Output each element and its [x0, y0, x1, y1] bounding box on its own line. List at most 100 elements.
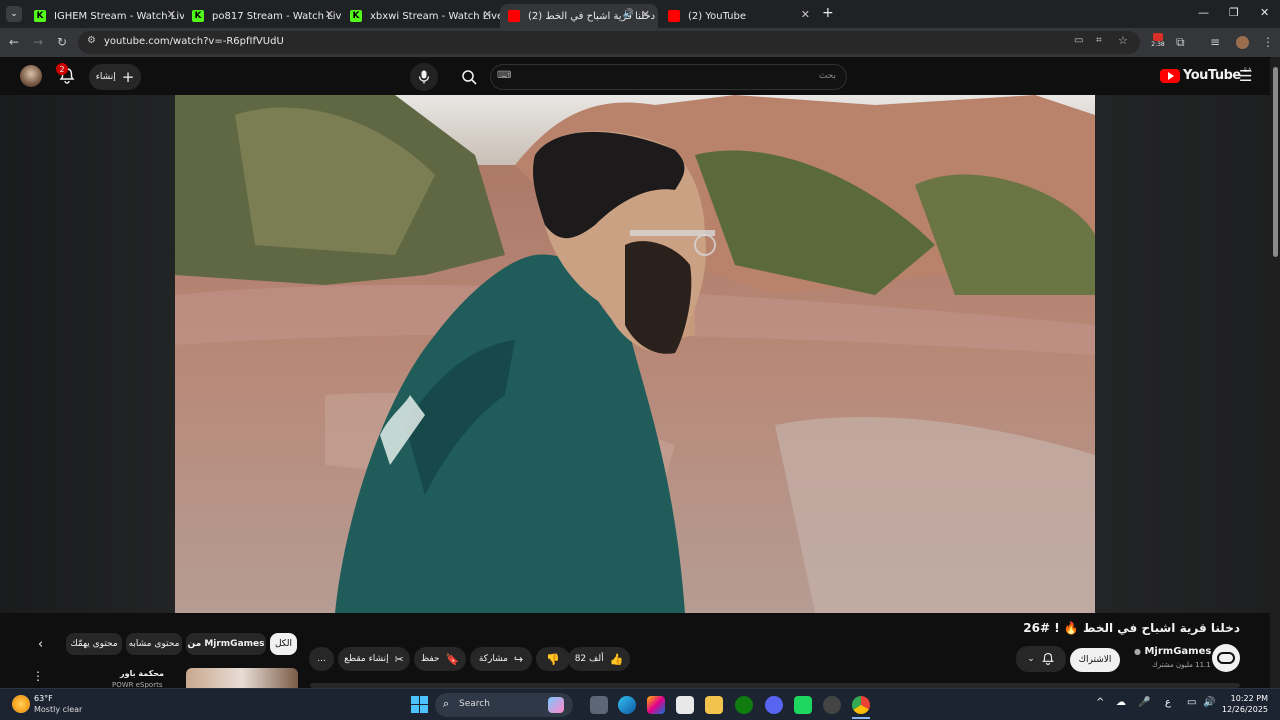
- file-explorer-icon[interactable]: [705, 696, 723, 714]
- network-icon[interactable]: ▭: [1187, 697, 1196, 708]
- subscribe-button[interactable]: الاشتراك: [1070, 648, 1120, 672]
- chip-related[interactable]: محتوى مشابه: [126, 633, 182, 655]
- address-bar[interactable]: ⚙ youtube.com/watch?v=-R6pfIfVUdU ▭ ⌗ ☆: [78, 31, 1140, 54]
- browser-tab-4[interactable]: (2) دخلنا قرية اشباح في الخط 🔊 ✕: [500, 4, 658, 28]
- browser-toolbar: ← → ↻ ⚙ youtube.com/watch?v=-R6pfIfVUdU …: [0, 28, 1280, 57]
- search-input[interactable]: ⌨ بحث: [490, 64, 847, 90]
- volume-icon[interactable]: 🔊: [1203, 697, 1215, 708]
- video-player[interactable]: [0, 95, 1280, 613]
- clock-date[interactable]: 12/26/2025: [1220, 705, 1268, 714]
- channel-name[interactable]: ● MjrmGames: [1134, 646, 1211, 657]
- microphone-in-use-icon[interactable]: 🎤: [1138, 697, 1150, 708]
- xbox-icon[interactable]: [735, 696, 753, 714]
- scrollbar-thumb[interactable]: [1273, 67, 1278, 257]
- taskbar-search-label: Search: [459, 699, 490, 709]
- tab-title: (2) دخلنا قرية اشباح في الخط: [528, 10, 656, 22]
- browser-tab-2[interactable]: K po817 Stream - Watch Live on K ✕: [184, 4, 342, 28]
- copilot-icon[interactable]: [647, 696, 665, 714]
- close-tab-icon[interactable]: ✕: [483, 8, 492, 21]
- tab-list-chevron-icon[interactable]: ⌄: [6, 6, 22, 22]
- close-tab-icon[interactable]: ✕: [801, 8, 810, 21]
- tab-title: IGHEM Stream - Watch Live on: [54, 10, 184, 22]
- tab-title: xbxwi Stream - Watch Live on K: [370, 10, 500, 22]
- hamburger-menu-icon[interactable]: ☰: [1239, 67, 1252, 85]
- browser-tab-3[interactable]: K xbxwi Stream - Watch Live on K ✕: [342, 4, 500, 28]
- browser-tab-strip: ⌄ K IGHEM Stream - Watch Live on ✕ K po8…: [0, 0, 1280, 28]
- weather-temp[interactable]: 63°F: [34, 694, 53, 703]
- task-view-icon[interactable]: [590, 696, 608, 714]
- more-actions-button[interactable]: ...: [309, 647, 334, 671]
- back-icon[interactable]: ←: [9, 35, 19, 49]
- show-hidden-icons-icon[interactable]: ^: [1096, 697, 1104, 708]
- chip-for-you[interactable]: محتوى يهمّك: [66, 633, 122, 655]
- thumbs-down-icon: 👎: [546, 652, 560, 666]
- youtube-logo[interactable]: YouTube SA: [1160, 67, 1252, 83]
- video-scene-image: [175, 95, 1095, 613]
- reading-list-icon[interactable]: ≡: [1210, 35, 1220, 49]
- windows-start-icon[interactable]: [411, 696, 429, 714]
- close-tab-icon[interactable]: ✕: [641, 8, 650, 21]
- tab-title: (2) YouTube: [688, 10, 747, 22]
- like-button[interactable]: 82 ألف 👍: [568, 647, 630, 671]
- voice-search-button[interactable]: [410, 63, 438, 91]
- clip-label: إنشاء مقطع: [344, 654, 389, 664]
- site-info-icon[interactable]: ⚙: [87, 35, 96, 46]
- restore-icon[interactable]: ❐: [1229, 6, 1239, 19]
- account-avatar[interactable]: [20, 65, 42, 87]
- plus-icon: +: [121, 68, 135, 86]
- profile-avatar[interactable]: [1236, 36, 1249, 49]
- chip-all[interactable]: الكل: [270, 633, 297, 655]
- save-button[interactable]: حفظ 🔖: [414, 647, 466, 671]
- forward-icon[interactable]: →: [33, 35, 43, 49]
- clip-button[interactable]: إنشاء مقطع ✂: [338, 647, 410, 671]
- close-window-icon[interactable]: ✕: [1260, 6, 1269, 19]
- minimize-icon[interactable]: —: [1198, 6, 1209, 19]
- extensions-puzzle-icon[interactable]: ⧉: [1176, 35, 1185, 50]
- translate-icon[interactable]: ⌗: [1096, 35, 1102, 46]
- kick-icon: K: [34, 10, 46, 22]
- chips-scroll-left-icon[interactable]: ‹: [38, 637, 43, 652]
- dislike-button[interactable]: 👎: [536, 647, 570, 671]
- share-button[interactable]: مشاركة ↪: [470, 647, 532, 671]
- chrome-icon[interactable]: [852, 696, 870, 714]
- channel-avatar[interactable]: [1212, 644, 1240, 672]
- new-tab-button[interactable]: +: [822, 5, 834, 21]
- close-tab-icon[interactable]: ✕: [167, 8, 176, 21]
- page-scrollbar[interactable]: [1270, 57, 1280, 688]
- notifications-button[interactable]: 2: [56, 63, 76, 89]
- scissors-icon: ✂: [394, 652, 404, 666]
- input-language[interactable]: ع: [1165, 697, 1171, 708]
- bookmark-star-icon[interactable]: ☆: [1118, 34, 1128, 47]
- browser-tab-5[interactable]: (2) YouTube ✕: [660, 4, 818, 28]
- discord-icon[interactable]: [765, 696, 783, 714]
- video-frame[interactable]: [175, 95, 1095, 613]
- keyboard-icon[interactable]: ⌨: [497, 70, 511, 81]
- cast-icon[interactable]: ▭: [1074, 35, 1083, 46]
- create-button[interactable]: إنشاء +: [89, 64, 141, 90]
- subscriber-count: 11.1 مليون مشترك: [1152, 661, 1211, 669]
- browser-tab-1[interactable]: K IGHEM Stream - Watch Live on ✕: [26, 4, 184, 28]
- create-label: إنشاء: [95, 72, 116, 82]
- edge-browser-icon[interactable]: [618, 696, 636, 714]
- onedrive-cloud-icon[interactable]: ☁: [1116, 697, 1126, 708]
- extension-badge-icon[interactable]: 2:38: [1150, 33, 1166, 51]
- search-button[interactable]: [450, 64, 488, 90]
- recommended-menu-icon[interactable]: ⋮: [32, 669, 44, 683]
- search-placeholder: بحث: [818, 71, 836, 81]
- app-icon[interactable]: [794, 696, 812, 714]
- channel-name-text: MjrmGames: [1144, 646, 1212, 657]
- microsoft-store-icon[interactable]: [676, 696, 694, 714]
- close-tab-icon[interactable]: ✕: [325, 8, 334, 21]
- recommended-title[interactable]: محكمة باور: [120, 669, 164, 678]
- settings-gear-icon[interactable]: [823, 696, 841, 714]
- audio-playing-icon[interactable]: 🔊: [623, 9, 634, 19]
- clock-time[interactable]: 10:22 PM: [1226, 694, 1268, 703]
- recommended-thumbnail[interactable]: [186, 668, 298, 688]
- taskbar-search[interactable]: ⌕ Search: [435, 693, 573, 717]
- chip-from-channel[interactable]: من MjrmGames: [186, 633, 266, 655]
- browser-menu-icon[interactable]: ⋮: [1262, 35, 1274, 49]
- notification-bell-dropdown[interactable]: ⌄: [1016, 646, 1066, 672]
- weather-icon[interactable]: [12, 695, 30, 713]
- watch-metadata: دخلنا قرية اشباح في الخط 🔥 ! #26 ● MjrmG…: [0, 613, 1280, 689]
- reload-icon[interactable]: ↻: [57, 35, 67, 49]
